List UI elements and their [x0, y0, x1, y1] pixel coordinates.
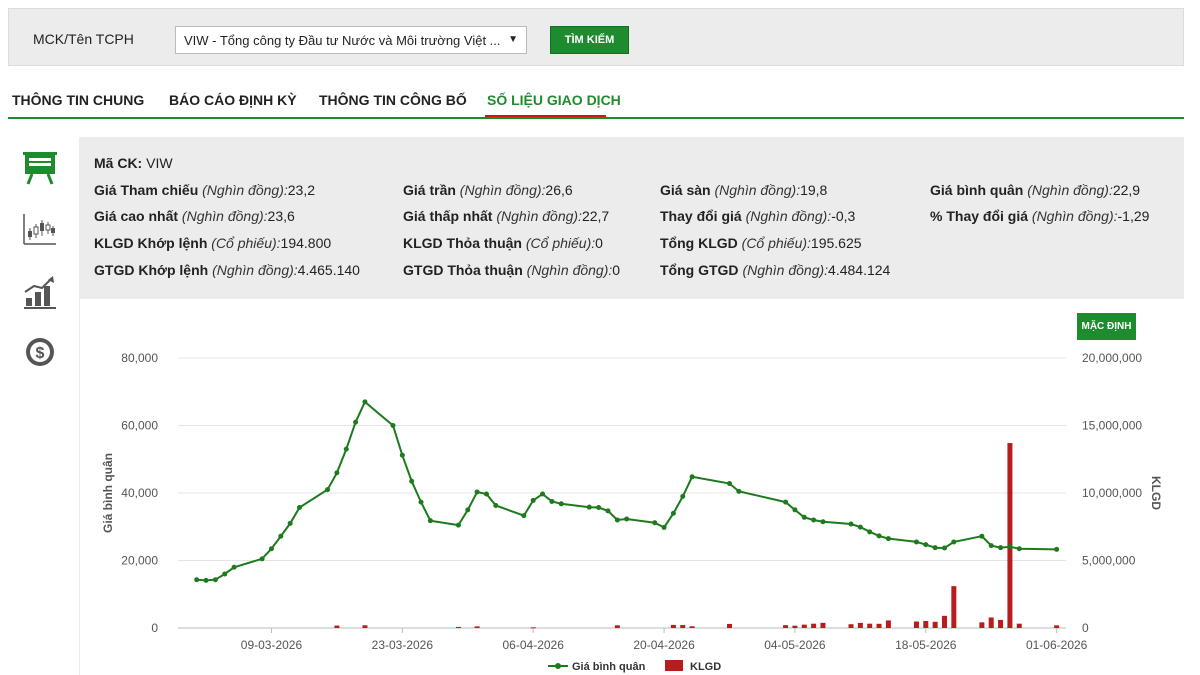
- info-label: Giá Tham chiếu: [94, 182, 199, 198]
- info-label: Giá trần: [403, 182, 456, 198]
- info-label: Giá sàn: [660, 182, 711, 198]
- tab-bar: THÔNG TIN CHUNG BÁO CÁO ĐỊNH KỲ THÔNG TI…: [8, 88, 1184, 119]
- info-value: 22,9: [1112, 182, 1141, 198]
- info-value: -1,29: [1117, 208, 1150, 224]
- default-view-button[interactable]: MẶC ĐỊNH: [1077, 313, 1136, 340]
- info-matched-volume: KLGD Khớp lệnh (Cổ phiếu):194.800: [94, 235, 331, 251]
- tab-periodic-reports[interactable]: BÁO CÁO ĐỊNH KỲ: [169, 92, 297, 108]
- info-ref-price: Giá Tham chiếu (Nghìn đồng):23,2: [94, 182, 315, 198]
- info-value: 26,6: [545, 182, 573, 198]
- info-label: % Thay đổi giá: [930, 208, 1029, 224]
- info-unit: (Nghìn đồng):: [1027, 182, 1113, 198]
- chart-container: [80, 299, 1184, 675]
- dollar-icon[interactable]: $: [20, 334, 60, 370]
- tab-disclosures[interactable]: THÔNG TIN CÔNG BỐ: [319, 92, 467, 108]
- tab-trading-data[interactable]: SỐ LIỆU GIAO DỊCH: [487, 92, 621, 108]
- info-unit: (Nghìn đồng):: [742, 262, 829, 278]
- chevron-down-icon: ▼: [508, 34, 518, 45]
- info-label: Giá bình quân: [930, 182, 1024, 198]
- search-bar: MCK/Tên TCPH VIW - Tổng công ty Đầu tư N…: [8, 8, 1184, 66]
- info-ceiling-price: Giá trần (Nghìn đồng):26,6: [403, 182, 573, 198]
- info-negotiated-value: GTGD Thỏa thuận (Nghìn đồng):0: [403, 262, 620, 278]
- info-total-volume: Tổng KLGD (Cổ phiếu):195.625: [660, 235, 862, 251]
- info-matched-value: GTGD Khớp lệnh (Nghìn đồng):4.465.140: [94, 262, 360, 278]
- active-tab-indicator: [485, 115, 606, 117]
- info-label: KLGD Khớp lệnh: [94, 235, 208, 251]
- info-total-value: Tổng GTGD (Nghìn đồng):4.484.124: [660, 262, 890, 278]
- info-value: 23,2: [287, 182, 315, 198]
- info-low-price: Giá thấp nhất (Nghìn đồng):22,7: [403, 208, 609, 224]
- ma-ck-value: VIW: [146, 155, 173, 171]
- info-unit: (Nghìn đồng):: [459, 182, 546, 198]
- info-unit: (Nghìn đồng):: [526, 262, 613, 278]
- info-pct-change: % Thay đổi giá (Nghìn đồng):-1,29: [930, 208, 1149, 224]
- info-value: 23,6: [267, 208, 295, 224]
- info-price-change: Thay đổi giá (Nghìn đồng):-0,3: [660, 208, 855, 224]
- svg-text:$: $: [36, 345, 45, 362]
- info-value: 4.465.140: [297, 262, 360, 278]
- info-label: Giá cao nhất: [94, 208, 179, 224]
- info-unit: (Nghìn đồng):: [202, 182, 288, 198]
- info-label: Tổng KLGD: [660, 235, 738, 251]
- info-value: 19,8: [800, 182, 828, 198]
- info-value: 22,7: [581, 208, 610, 224]
- tab-general-info[interactable]: THÔNG TIN CHUNG: [12, 92, 144, 108]
- info-value: -0,3: [831, 208, 856, 224]
- info-unit: (Nghìn đồng):: [496, 208, 582, 224]
- info-label: Thay đổi giá: [660, 208, 742, 224]
- info-unit: (Nghìn đồng):: [181, 208, 268, 224]
- info-label: GTGD Thỏa thuận: [403, 262, 523, 278]
- info-value: 0: [612, 262, 621, 278]
- info-unit: (Nghìn đồng):: [1031, 208, 1118, 224]
- stock-select-value: VIW - Tổng công ty Đầu tư Nước và Môi tr…: [184, 33, 501, 48]
- info-label: KLGD Thỏa thuận: [403, 235, 522, 251]
- info-value: 0: [595, 235, 603, 251]
- search-label: MCK/Tên TCPH: [33, 31, 134, 47]
- info-negotiated-volume: KLGD Thỏa thuận (Cổ phiếu):0: [403, 235, 603, 251]
- stock-select[interactable]: VIW - Tổng công ty Đầu tư Nước và Môi tr…: [175, 26, 527, 54]
- info-unit: (Cổ phiếu):: [741, 235, 811, 251]
- info-high-price: Giá cao nhất (Nghìn đồng):23,6: [94, 208, 295, 224]
- info-avg-price: Giá bình quân (Nghìn đồng):22,9: [930, 182, 1140, 198]
- info-label: GTGD Khớp lệnh: [94, 262, 209, 278]
- info-label: Tổng GTGD: [660, 262, 739, 278]
- info-unit: (Cổ phiếu):: [525, 235, 596, 251]
- info-unit: (Nghìn đồng):: [212, 262, 298, 278]
- presentation-icon[interactable]: [20, 148, 60, 185]
- info-unit: (Cổ phiếu):: [211, 235, 281, 251]
- candlestick-icon[interactable]: [20, 210, 60, 246]
- info-unit: (Nghìn đồng):: [714, 182, 801, 198]
- bar-growth-icon[interactable]: [20, 272, 60, 309]
- info-floor-price: Giá sàn (Nghìn đồng):19,8: [660, 182, 827, 198]
- search-button[interactable]: TÌM KIẾM: [550, 26, 629, 54]
- info-value: 4.484.124: [828, 262, 891, 278]
- info-value: 195.625: [810, 235, 862, 251]
- info-unit: (Nghìn đồng):: [745, 208, 832, 224]
- info-value: 194.800: [280, 235, 332, 251]
- ma-ck-label: Mã CK:: [94, 155, 143, 171]
- info-label: Giá thấp nhất: [403, 208, 493, 224]
- ma-ck-field: Mã CK: VIW: [94, 155, 173, 171]
